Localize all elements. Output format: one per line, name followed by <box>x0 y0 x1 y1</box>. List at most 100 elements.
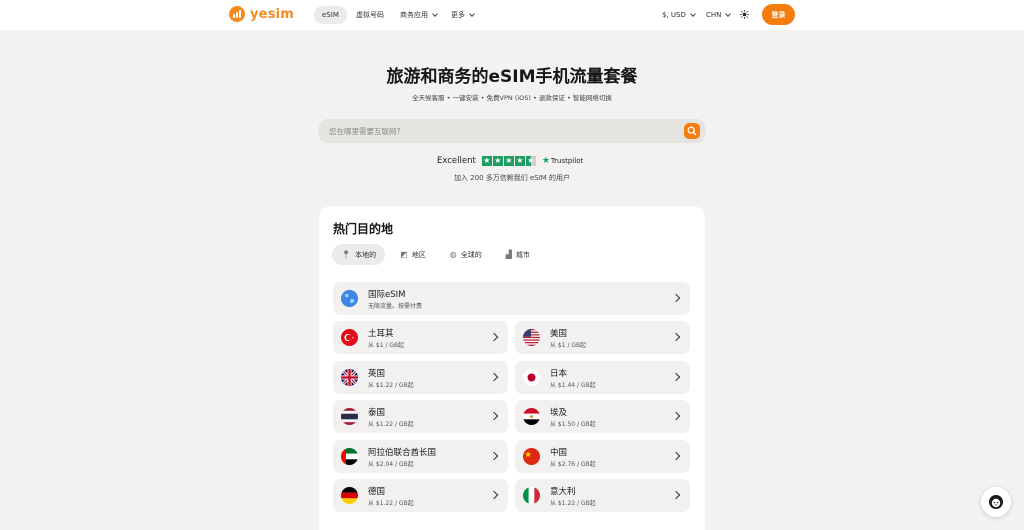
usa-flag-icon <box>523 329 540 346</box>
nav-business-apps[interactable]: 商务应用 <box>400 6 438 24</box>
destination-name: 美国 <box>550 329 568 339</box>
turkey-flag-icon <box>341 329 358 346</box>
half-star-icon: ★ <box>525 156 536 166</box>
destination-name: 日本 <box>550 368 568 379</box>
tab-region-label: 地区 <box>411 250 426 259</box>
chevron-right-icon <box>489 491 499 500</box>
top-header: yesim eSIM 虚拟号码 商务应用 更多 $, USD CHN 登录 <box>0 0 1024 30</box>
chevron-right-icon <box>671 293 681 303</box>
language-label: CHN <box>706 11 722 19</box>
destination-price: 从 $2.76 / GB起 <box>550 460 596 468</box>
destination-row-egypt[interactable]: 埃及从 $1.50 / GB起 <box>515 400 690 434</box>
login-button[interactable]: 登录 <box>762 4 795 25</box>
destination-price: 从 $2.04 / GB起 <box>368 460 414 468</box>
nav-more[interactable]: 更多 <box>451 6 475 24</box>
support-agent-icon <box>989 495 1003 509</box>
global-esim-row[interactable]: 国际eSIM 无限流量。按需付费 <box>333 282 690 315</box>
global-esim-sub: 无限流量。按需付费 <box>368 303 423 310</box>
tab-region[interactable]: ◩ 地区 <box>391 244 435 265</box>
chevron-right-icon <box>671 372 681 381</box>
yesim-logo[interactable]: yesim <box>229 6 294 22</box>
tab-city[interactable]: ▟ 城市 <box>497 244 539 265</box>
tab-local-label: 本地的 <box>355 250 377 259</box>
uk-flag-icon <box>341 368 358 386</box>
destination-row-italy[interactable]: 意大利从 $1.22 / GB起 <box>515 479 690 513</box>
destination-row-uk[interactable]: 英国从 $1.22 / GB起 <box>333 360 508 394</box>
destination-price: 从 $1.22 / GB起 <box>368 500 414 508</box>
globe-icon: ◍ <box>449 250 457 259</box>
trustpilot-rating[interactable]: Excellent ★ ★ ★ ★ ★ ★ Trustpilot <box>437 156 583 166</box>
users-count-text: 加入 200 多万信赖我们 eSIM 的用户 <box>453 174 571 182</box>
nav-more-label: 更多 <box>451 11 465 19</box>
uae-flag-icon <box>341 447 358 465</box>
currency-label: $, USD <box>662 11 686 19</box>
destination-row-usa[interactable]: 美国从 $1 / GB起 <box>515 321 690 354</box>
sun-icon[interactable] <box>740 10 749 19</box>
chat-support-button[interactable] <box>981 487 1011 517</box>
destination-row-thailand[interactable]: 泰国从 $1.22 / GB起 <box>333 400 508 434</box>
currency-selector[interactable]: $, USD <box>662 6 696 24</box>
nav-virtual-number[interactable]: 虚拟号码 <box>356 6 384 24</box>
star-icon: ★ <box>481 156 492 166</box>
trustpilot-star-icon: ★ <box>541 156 550 166</box>
destination-price: 从 $1 / GB起 <box>368 342 405 349</box>
star-icon: ★ <box>492 156 503 166</box>
popular-destinations-card: 热门目的地 📍︎ 本地的 ◩ 地区 ◍ 全球的 ▟ 城市 国际eSIM 无限流量… <box>319 206 705 530</box>
chevron-down-icon <box>432 10 438 17</box>
destination-row-turkey[interactable]: 土耳其从 $1 / GB起 <box>333 321 508 354</box>
destination-name: 德国 <box>368 487 386 498</box>
destination-price: 从 $1 / GB起 <box>550 342 587 349</box>
star-icon: ★ <box>514 156 525 166</box>
chevron-right-icon <box>489 411 499 421</box>
nav-esim-label: eSIM <box>322 11 339 19</box>
search-button[interactable] <box>684 123 700 139</box>
tab-global[interactable]: ◍ 全球的 <box>441 244 491 265</box>
chevron-right-icon <box>489 451 499 461</box>
destination-row-germany[interactable]: 德国从 $1.22 / GB起 <box>333 479 508 513</box>
rating-label: Excellent <box>437 156 476 166</box>
logo-icon <box>229 6 245 22</box>
tab-city-label: 城市 <box>515 250 530 259</box>
chevron-down-icon <box>690 10 696 17</box>
chevron-right-icon <box>671 491 681 500</box>
chevron-right-icon <box>489 372 499 381</box>
destination-row-japan[interactable]: 日本从 $1.44 / GB起 <box>515 360 690 394</box>
destination-price: 从 $1.22 / GB起 <box>368 381 414 389</box>
feature-list: 全天候客服 • 一键安装 • 免费VPN (iOS) • 退款保证 • 智能网络… <box>412 94 612 102</box>
destination-name: 埃及 <box>550 408 568 419</box>
globe-icon <box>341 290 358 307</box>
japan-flag-icon <box>523 368 540 386</box>
trustpilot-brand: ★ Trustpilot <box>542 156 583 166</box>
destination-tabs: 📍︎ 本地的 ◩ 地区 ◍ 全球的 ▟ 城市 <box>332 244 539 265</box>
destination-name: 英国 <box>368 368 386 379</box>
city-icon: ▟ <box>505 250 512 259</box>
destination-row-uae[interactable]: 阿拉伯联合酋长国从 $2.04 / GB起 <box>333 439 508 473</box>
search-input[interactable] <box>329 119 669 143</box>
tab-local[interactable]: 📍︎ 本地的 <box>332 244 386 265</box>
chevron-right-icon <box>671 332 681 342</box>
map-icon: ◩ <box>400 250 408 259</box>
china-flag-icon <box>523 447 540 465</box>
rating-stars: ★ ★ ★ ★ ★ <box>481 156 536 166</box>
nav-virtual-number-label: 虚拟号码 <box>356 11 384 19</box>
search-icon <box>687 126 697 136</box>
destination-name: 阿拉伯联合酋长国 <box>368 447 437 458</box>
destination-price: 从 $1.22 / GB起 <box>368 421 414 429</box>
destination-price: 从 $1.44 / GB起 <box>550 381 596 389</box>
chevron-down-icon <box>725 10 732 17</box>
chevron-right-icon <box>671 411 681 421</box>
pin-icon: 📍︎ <box>341 250 352 259</box>
destination-name: 泰国 <box>368 408 386 419</box>
nav-esim[interactable]: eSIM <box>314 6 347 24</box>
language-selector[interactable]: CHN <box>706 6 732 24</box>
destination-row-china[interactable]: 中国从 $2.76 / GB起 <box>515 439 690 473</box>
global-esim-name: 国际eSIM <box>368 290 406 300</box>
egypt-flag-icon <box>523 408 540 426</box>
chevron-right-icon <box>671 451 681 461</box>
section-title: 热门目的地 <box>333 222 394 236</box>
thailand-flag-icon <box>341 408 358 426</box>
italy-flag-icon <box>523 487 540 505</box>
star-icon: ★ <box>503 156 514 166</box>
page-title: 旅游和商务的eSIM手机流量套餐 <box>386 67 638 87</box>
destination-name: 土耳其 <box>368 329 394 339</box>
